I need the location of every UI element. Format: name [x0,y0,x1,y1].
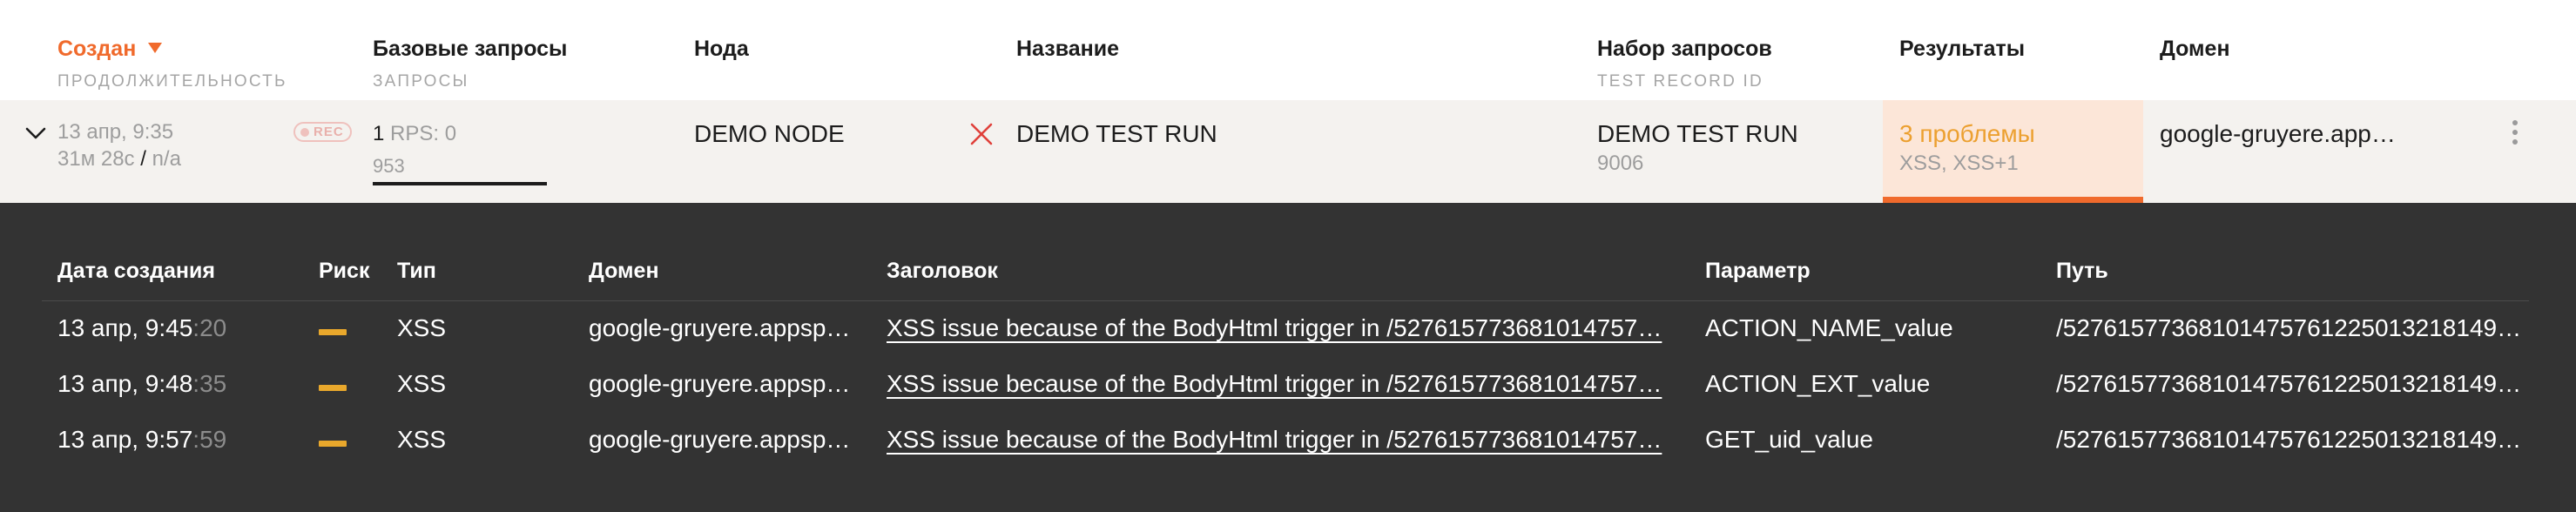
more-vertical-icon[interactable] [2512,119,2519,145]
column-subheader-requests: ЗАПРОСЫ [373,72,469,91]
vuln-domain: google-gruyere.appsp… [589,426,851,453]
duration-separator: / [140,147,146,171]
col-domain[interactable]: Домен [589,259,659,284]
col-type[interactable]: Тип [397,259,436,284]
test-record-id: 9006 [1597,152,1644,175]
column-header-name[interactable]: Название [1016,37,1119,62]
results-types: XSS, XSS+1 [1899,152,2019,175]
chevron-down-icon[interactable] [24,126,47,140]
vuln-type: XSS [397,314,447,341]
col-created-date[interactable]: Дата создания [57,259,215,284]
sort-desc-icon [148,43,163,54]
test-run-row[interactable] [0,100,2576,203]
results-active-indicator [1883,197,2143,203]
run-domain: google-gruyere.app… [2160,120,2396,147]
vuln-parameter: ACTION_EXT_value [1705,370,1931,397]
close-x-icon [970,123,993,145]
col-title[interactable]: Заголовок [887,259,998,284]
requests-count: 953 [373,155,405,177]
panel-divider [42,300,2529,301]
vuln-title-link[interactable]: XSS issue because of the BodyHtml trigge… [887,426,1662,454]
column-header-domain[interactable]: Домен [2160,37,2230,62]
vuln-parameter: GET_uid_value [1705,426,1874,453]
column-header-base-requests[interactable]: Базовые запросы [373,37,567,62]
col-path[interactable]: Путь [2056,259,2108,284]
vuln-path: /52761577368101475761225013218149… [2056,370,2522,397]
record-dot-icon [300,127,309,137]
risk-medium-indicator [319,385,347,391]
rps-value: RPS: 0 [390,122,457,145]
column-header-created[interactable]: Создан [57,37,163,62]
column-header-node[interactable]: Нода [694,37,749,62]
base-requests: 1 RPS: 0 [373,122,456,146]
vuln-date: 13 апр, 9:45:20 [57,314,227,341]
vuln-type: XSS [397,426,447,453]
col-parameter[interactable]: Параметр [1705,259,1811,284]
column-header-results[interactable]: Результаты [1899,37,2025,62]
rec-badge-label: REC [314,125,344,139]
vuln-title-link[interactable]: XSS issue because of the BodyHtml trigge… [887,314,1662,342]
column-subheader-duration: ПРОДОЛЖИТЕЛЬНОСТЬ [57,72,287,91]
run-created-date: 13 апр, 9:35 [57,120,174,144]
run-duration: 31м 28с / n/a [57,147,181,172]
request-set-name: DEMO TEST RUN [1597,120,1798,147]
vuln-title-link[interactable]: XSS issue because of the BodyHtml trigge… [887,370,1662,398]
risk-medium-indicator [319,441,347,447]
results-problems[interactable]: 3 проблемы [1899,120,2035,148]
vuln-domain: google-gruyere.appsp… [589,314,851,341]
vuln-date: 13 апр, 9:57:59 [57,426,227,453]
duration-extra: n/a [152,147,181,171]
vuln-date: 13 апр, 9:48:35 [57,370,227,397]
vuln-type: XSS [397,370,447,397]
vulnerabilities-panel [0,203,2576,512]
requests-progress-bar [373,182,547,185]
vuln-domain: google-gruyere.appsp… [589,370,851,397]
run-node: DEMO NODE [694,120,845,147]
base-requests-count: 1 [373,122,385,145]
column-header-label: Создан [57,37,137,61]
duration-value: 31м 28с [57,147,135,171]
run-name[interactable]: DEMO TEST RUN [1016,120,1217,148]
vuln-path: /52761577368101475761225013218149… [2056,314,2522,341]
risk-medium-indicator [319,329,347,335]
vuln-parameter: ACTION_NAME_value [1705,314,1953,341]
vuln-path: /52761577368101475761225013218149… [2056,426,2522,453]
column-subheader-test-record-id: TEST RECORD ID [1597,72,1763,91]
column-header-request-set[interactable]: Набор запросов [1597,37,1772,62]
rec-badge: REC [293,122,352,142]
col-risk[interactable]: Риск [319,259,369,284]
